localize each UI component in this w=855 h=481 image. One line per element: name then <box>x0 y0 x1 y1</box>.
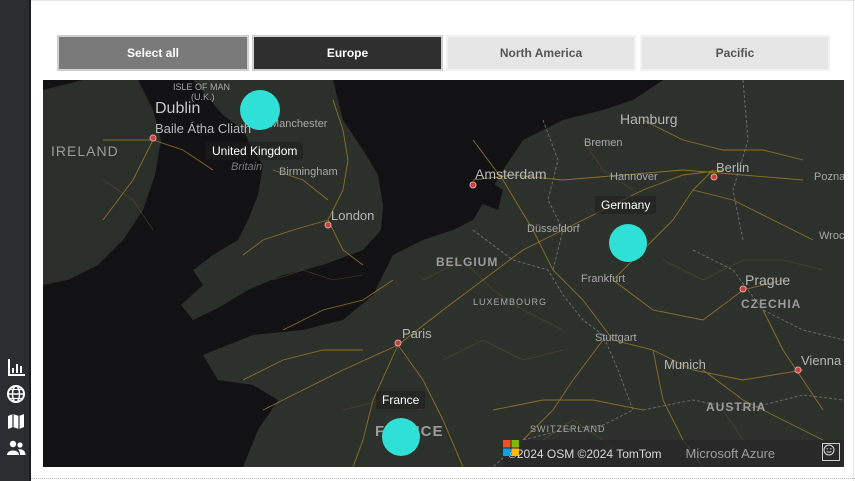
map-label-birmingham: Birmingham <box>279 166 338 178</box>
map-label-dusseldorf: Düsseldorf <box>527 223 580 235</box>
bubble-france[interactable] <box>382 418 420 456</box>
map-label-switzerland: SWITZERLAND <box>530 424 606 434</box>
map-label-belgium: BELGIUM <box>436 255 499 269</box>
map-label-wroc: Wroc <box>819 230 844 242</box>
map-icon[interactable] <box>5 410 27 432</box>
map-label-dublin: Dublin <box>155 100 201 117</box>
bubble-united-kingdom[interactable] <box>240 90 280 130</box>
rail-edge <box>29 0 31 481</box>
bottom-border <box>31 478 855 479</box>
map-label-hannover: Hannover <box>610 171 658 183</box>
map-label-manchester: Manchester <box>270 118 328 130</box>
microsoft-azure-logo: Microsoft Azure <box>503 440 776 461</box>
map-visual[interactable]: Dublin (U.K.) ISLE OF MAN Baile Átha Cli… <box>43 80 844 467</box>
map-copyright: ©2024 OSM ©2024 TomTom <box>508 446 662 461</box>
map-label-poznan: Pozna <box>814 171 844 183</box>
microsoft-azure-text: Microsoft Azure <box>685 446 776 461</box>
map-label-baile-atha-cliath: Baile Átha Cliath <box>155 121 252 136</box>
people-icon[interactable] <box>5 437 27 459</box>
map-label-vienna: Vienna <box>801 353 842 368</box>
top-border <box>31 0 855 1</box>
map-label-prague: Prague <box>745 272 791 288</box>
map-label-isle-of-man: ISLE OF MAN <box>173 82 231 92</box>
bar-chart-icon[interactable] <box>5 356 27 378</box>
map-label-amsterdam: Amsterdam <box>475 166 547 182</box>
map-label-britain: Britain <box>231 161 263 173</box>
left-rail <box>0 0 31 481</box>
bubble-label-germany: Germany <box>595 196 657 214</box>
globe-icon[interactable] <box>5 383 27 405</box>
right-border <box>853 0 854 481</box>
map-label-berlin: Berlin <box>716 160 750 175</box>
microsoft-logo-icon <box>503 440 519 456</box>
map-label-bremen: Bremen <box>584 137 623 149</box>
region-slicer: Select all Europe North America Pacific <box>57 35 830 71</box>
map-label-hamburg: Hamburg <box>620 111 678 127</box>
map-label-stuttgart: Stuttgart <box>595 332 637 344</box>
map-label-czechia: CZECHIA <box>741 297 802 311</box>
smiley-feedback-icon[interactable] <box>822 443 840 461</box>
select-all-button[interactable]: Select all <box>57 35 249 71</box>
map-label-munich: Munich <box>664 357 706 372</box>
map-label-paris: Paris <box>402 326 432 341</box>
map-label-frankfurt: Frankfurt <box>581 273 626 285</box>
bubble-label-united-kingdom: United Kingdom <box>206 142 304 160</box>
map-label-luxembourg: LUXEMBOURG <box>473 297 548 307</box>
bubble-label-france: France <box>376 391 426 409</box>
pacific-button[interactable]: Pacific <box>640 35 830 71</box>
bubble-germany[interactable] <box>609 224 647 262</box>
map-label-uk-region: (U.K.) <box>191 92 215 102</box>
map-label-austria: AUSTRIA <box>706 400 767 414</box>
europe-button[interactable]: Europe <box>252 35 443 71</box>
map-label-london: London <box>331 208 375 223</box>
map-label-ireland: IRELAND <box>51 143 119 159</box>
north-america-button[interactable]: North America <box>446 35 636 71</box>
map-attribution-bar: ©2024 OSM ©2024 TomTom Microsoft Azure <box>503 440 844 467</box>
